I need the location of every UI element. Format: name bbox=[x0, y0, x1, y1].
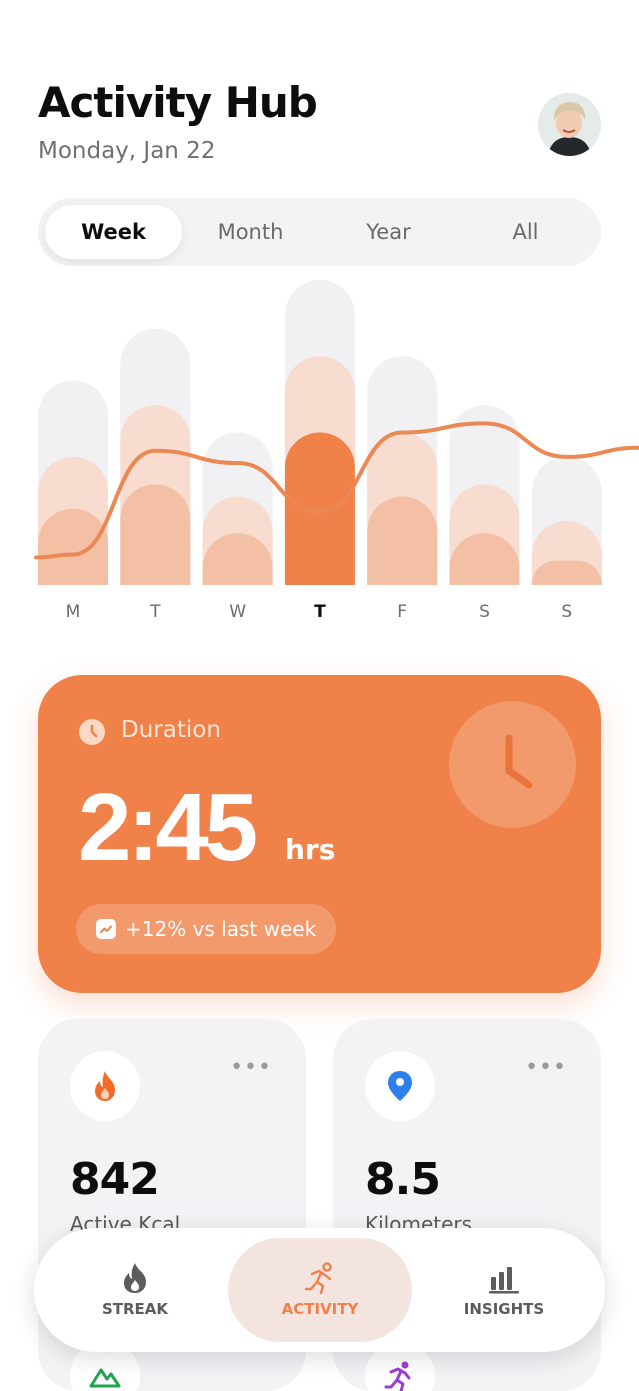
bar-front-1[interactable] bbox=[120, 484, 191, 585]
tab-all[interactable]: All bbox=[457, 205, 594, 259]
bar-front-0[interactable] bbox=[38, 508, 108, 585]
nav-activity[interactable]: ACTIVITY bbox=[228, 1238, 412, 1342]
day-label-6: S bbox=[561, 602, 572, 622]
clock-icon bbox=[79, 719, 105, 745]
date-subtitle: Monday, Jan 22 bbox=[38, 138, 216, 164]
large-clock-icon bbox=[449, 701, 576, 828]
nav-insights[interactable]: INSIGHTS bbox=[412, 1238, 596, 1342]
bar-front-3[interactable] bbox=[284, 432, 355, 586]
chart-day-labels: MTWTFSS bbox=[66, 602, 573, 622]
more-options-icon[interactable]: ••• bbox=[230, 1055, 272, 1080]
day-label-4: F bbox=[397, 602, 407, 622]
period-segmented-control: Week Month Year All bbox=[38, 198, 601, 266]
tab-year[interactable]: Year bbox=[320, 205, 457, 259]
day-label-0: M bbox=[66, 602, 81, 622]
more-options-icon[interactable]: ••• bbox=[525, 1055, 567, 1080]
duration-label: Duration bbox=[121, 717, 221, 743]
running-nav-icon bbox=[304, 1262, 332, 1294]
nav-insights-label: INSIGHTS bbox=[463, 1300, 545, 1318]
bar-chart-icon bbox=[489, 1267, 519, 1294]
nav-activity-label: ACTIVITY bbox=[281, 1300, 359, 1318]
flame-icon bbox=[70, 1051, 140, 1121]
duration-change-text: +12% vs last week bbox=[125, 917, 317, 941]
trend-up-icon bbox=[96, 919, 116, 939]
duration-change-badge: +12% vs last week bbox=[76, 904, 337, 954]
kcal-value: 842 bbox=[70, 1154, 160, 1205]
day-label-1: T bbox=[149, 602, 161, 622]
distance-value: 8.5 bbox=[365, 1154, 441, 1205]
day-label-3: T bbox=[314, 602, 326, 622]
nav-streak-label: STREAK bbox=[101, 1300, 169, 1318]
location-pin-icon bbox=[365, 1051, 435, 1121]
nav-streak[interactable]: STREAK bbox=[43, 1238, 227, 1342]
avatar-portrait-icon bbox=[538, 93, 601, 156]
duration-card[interactable]: Duration 2:45 hrs +12% vs last week bbox=[38, 675, 601, 993]
flame-nav-icon bbox=[124, 1263, 146, 1293]
bar-front-4[interactable] bbox=[367, 496, 438, 585]
duration-value: 2:45 bbox=[78, 774, 258, 881]
tab-month[interactable]: Month bbox=[182, 205, 319, 259]
duration-unit: hrs bbox=[285, 833, 336, 866]
tab-week[interactable]: Week bbox=[45, 205, 182, 259]
page-title: Activity Hub bbox=[38, 78, 318, 127]
avatar[interactable] bbox=[538, 93, 601, 156]
day-label-2: W bbox=[229, 602, 246, 622]
weekly-activity-chart: MTWTFSS bbox=[34, 280, 639, 622]
bottom-navigation: STREAK ACTIVITY INSIGHTS bbox=[34, 1228, 605, 1352]
day-label-5: S bbox=[479, 602, 490, 622]
